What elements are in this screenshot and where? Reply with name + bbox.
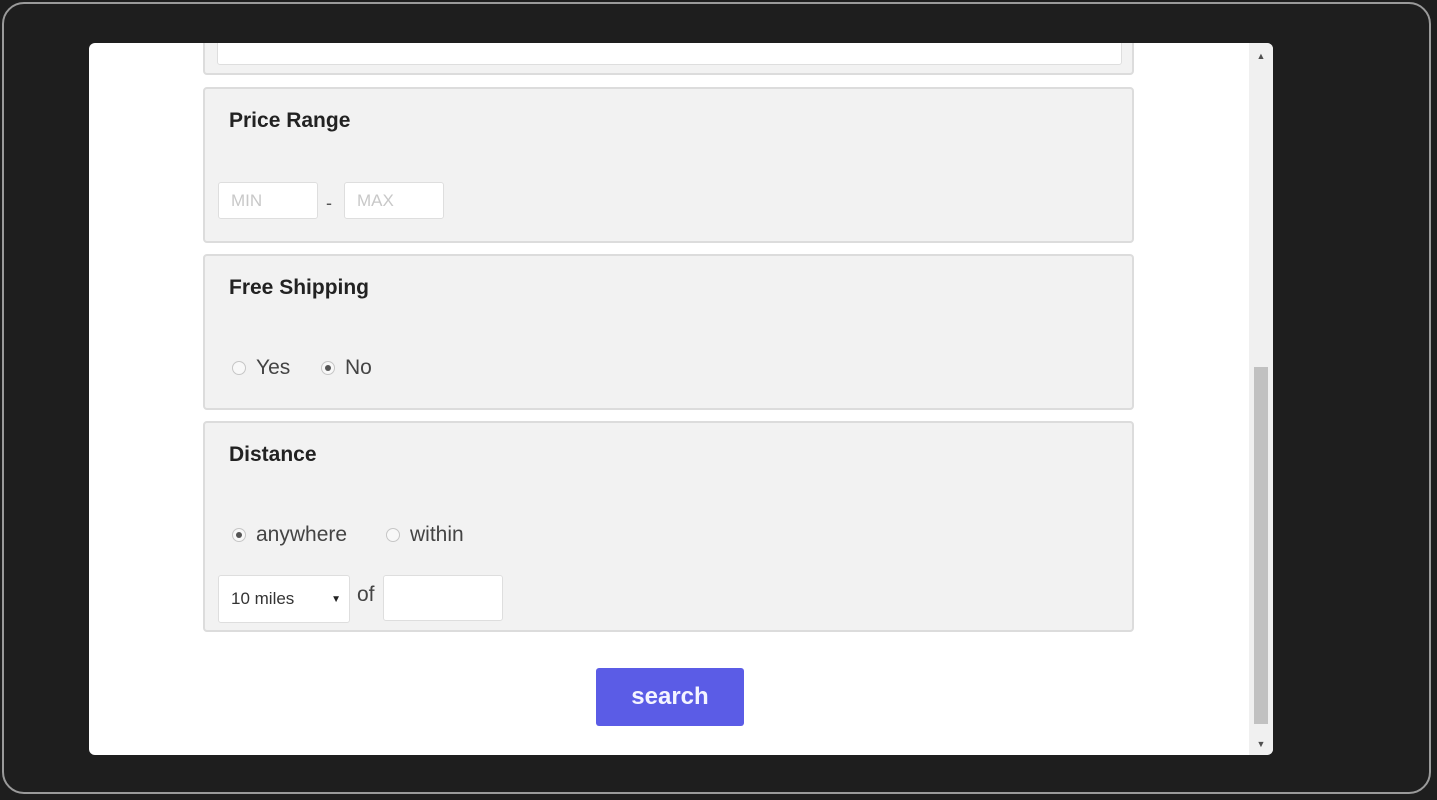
distance-select-value: 10 miles <box>231 589 295 608</box>
radio-unchecked-icon <box>386 528 400 542</box>
distance-anywhere-radio[interactable]: anywhere <box>232 523 347 547</box>
radio-unchecked-icon <box>232 361 246 375</box>
radio-label: within <box>410 523 464 546</box>
radio-checked-icon <box>321 361 335 375</box>
scroll-down-arrow-icon[interactable]: ▼ <box>1249 739 1273 749</box>
free-shipping-yes-radio[interactable]: Yes <box>232 356 290 380</box>
radio-label: anywhere <box>256 523 348 546</box>
scrollbar-thumb[interactable] <box>1254 367 1268 724</box>
vertical-scrollbar[interactable]: ▲ ▼ <box>1249 43 1273 755</box>
radio-checked-icon <box>232 528 246 542</box>
distance-select[interactable]: 10 miles ▼ <box>218 575 350 623</box>
min-price-input[interactable]: MIN <box>218 182 318 219</box>
free-shipping-no-radio[interactable]: No <box>321 356 372 380</box>
distance-title: Distance <box>229 443 317 466</box>
location-input[interactable] <box>383 575 503 621</box>
radio-label: Yes <box>256 356 291 379</box>
radio-label: No <box>345 356 372 379</box>
browser-viewport: Price Range MIN - MAX Free Shipping Yes … <box>89 43 1273 755</box>
max-price-input[interactable]: MAX <box>344 182 444 219</box>
of-label: of <box>357 583 375 606</box>
price-separator: - <box>326 193 332 213</box>
previous-filter-panel <box>203 43 1134 75</box>
free-shipping-title: Free Shipping <box>229 276 370 299</box>
price-range-title: Price Range <box>229 109 351 132</box>
price-range-panel: Price Range MIN - MAX <box>203 87 1134 243</box>
distance-within-radio[interactable]: within <box>386 523 464 547</box>
distance-panel: Distance anywhere within 10 miles ▼ of <box>203 421 1134 632</box>
previous-filter-input[interactable] <box>217 43 1122 65</box>
scroll-up-arrow-icon[interactable]: ▲ <box>1249 51 1273 61</box>
dropdown-arrow-icon: ▼ <box>331 593 341 605</box>
free-shipping-panel: Free Shipping Yes No <box>203 254 1134 410</box>
search-button[interactable]: search <box>596 668 744 726</box>
